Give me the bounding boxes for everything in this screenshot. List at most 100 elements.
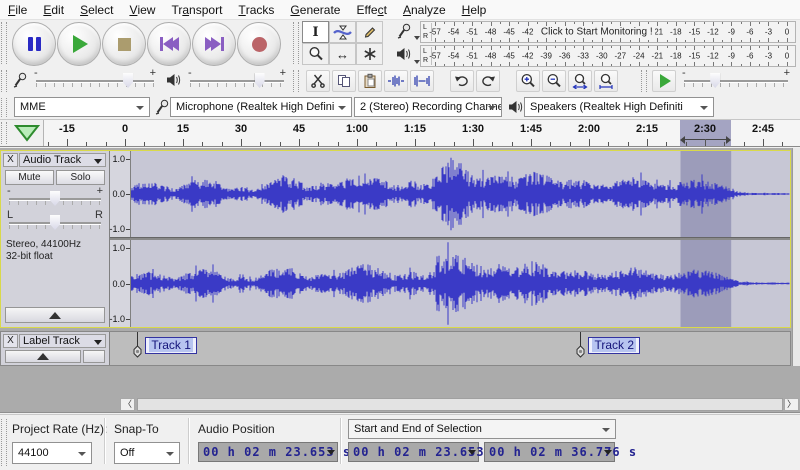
playback-speed-slider[interactable]: -+ [684,71,788,91]
selection-tool[interactable]: I [302,21,329,43]
menu-view[interactable]: View [121,0,163,19]
meter-scale-value: 0 [785,28,789,37]
toolbar-grip[interactable] [1,98,7,117]
pan-slider[interactable]: LR [9,213,101,233]
timeline-label: 0 [122,123,128,135]
toolbar-grip[interactable] [1,70,7,92]
vertical-scrollbar[interactable] [792,148,800,366]
meter-scale-value: -6 [746,28,753,37]
track-title-menu[interactable]: Audio Track [19,153,106,167]
time-shift-tool[interactable]: ↔ [329,43,356,65]
snap-to-select[interactable]: Off [114,442,180,464]
trim-outside-selection-button[interactable] [384,70,408,92]
toolbar-grip[interactable] [293,70,299,92]
playback-meter[interactable]: LR-57-54-51-48-45-42-39-36-33-30-27-24-2… [390,45,798,67]
collapse-track-button[interactable] [5,350,81,363]
zoom-tool[interactable] [302,43,329,65]
menu-select[interactable]: Select [72,0,121,19]
toolbar-grip[interactable] [1,22,7,64]
label-handle-icon[interactable] [575,343,586,364]
undo-button[interactable] [450,70,474,92]
selection-toolbar: Project Rate (Hz): 44100 Snap-To Off Aud… [0,414,800,470]
toolbar-grip[interactable] [641,70,647,92]
waveform-channel-left[interactable] [131,151,790,237]
gain-slider[interactable]: -+ [9,189,101,209]
record-button[interactable] [237,22,281,66]
meter-scale-value: -51 [466,52,478,61]
meter-channel-label: R [423,57,428,64]
audio-track: X Audio Track Mute Solo -+ LR Stereo, 44… [0,150,791,328]
project-rate-select[interactable]: 44100 [12,442,92,464]
zoom-out-button[interactable] [542,70,566,92]
scroll-left-button[interactable]: 〈 [120,398,135,411]
skip-to-start-button[interactable] [147,22,191,66]
playback-device-value: Speakers (Realtek High Definiti [530,101,683,113]
zoom-toggle-button[interactable] [594,70,618,92]
microphone-icon[interactable] [396,23,418,41]
toolbar-grip[interactable] [293,22,299,64]
recording-device-select[interactable]: Microphone (Realtek High Defini [170,97,352,117]
track-title-menu[interactable]: Label Track [19,334,106,348]
play-at-speed-button[interactable] [652,70,676,92]
mute-button[interactable]: Mute [5,170,54,185]
vertical-scale-ruler[interactable]: 1.00.0-1.0 [110,151,131,237]
menu-transport[interactable]: Transport [163,0,230,19]
cut-button[interactable] [306,70,330,92]
toolbar-grip[interactable] [1,419,7,466]
close-track-button[interactable]: X [3,334,18,348]
label-handle-icon[interactable] [132,343,143,364]
pause-button[interactable] [12,22,56,66]
edit-toolbar [292,68,638,94]
audio-position-field[interactable]: 00 h 02 m 23.653 s [198,442,338,462]
multi-tool[interactable] [356,43,383,65]
menu-file[interactable]: File [0,0,35,19]
zoom-to-selection-button[interactable] [568,70,592,92]
scroll-right-button[interactable]: 〉 [784,398,799,411]
slider-min-label: - [34,67,38,79]
scrollbar-thumb[interactable] [137,398,783,411]
meter-monitor-text[interactable]: Click to Start Monitoring ! [538,27,656,38]
label-track-content[interactable]: Track 1 Track 2 [110,332,790,365]
timeline-label: 15 [177,123,189,135]
draw-tool[interactable] [356,21,383,43]
envelope-tool[interactable] [329,21,356,43]
toolbar-grip[interactable] [1,122,7,144]
paste-button[interactable] [358,70,382,92]
playback-device-select[interactable]: Speakers (Realtek High Definiti [524,97,714,117]
selection-start-field[interactable]: 00 h 02 m 23.653 s [348,442,479,462]
close-track-button[interactable]: X [3,153,18,167]
playback-volume-slider[interactable]: -+ [190,71,284,91]
triangle-up-icon [37,353,49,360]
copy-button[interactable] [332,70,356,92]
solo-button[interactable]: Solo [56,170,105,185]
collapse-track-button[interactable] [5,307,105,323]
vertical-scale-ruler[interactable]: 1.00.0-1.0 [110,240,131,327]
menu-help[interactable]: Help [454,0,495,19]
menu-tracks[interactable]: Tracks [230,0,282,19]
recording-volume-slider[interactable]: -+ [36,71,154,91]
label-text[interactable]: Track 2 [588,337,640,354]
audacity-window: FileEditSelectViewTransportTracksGenerat… [0,0,800,470]
selection-end-field[interactable]: 00 h 02 m 36.776 s [484,442,615,462]
quick-play-triangle-icon[interactable] [14,124,40,142]
recording-channels-select[interactable]: 2 (Stereo) Recording Channels [354,97,502,117]
redo-button[interactable] [476,70,500,92]
menu-analyze[interactable]: Analyze [395,0,454,19]
silence-selection-button[interactable] [410,70,434,92]
timeline-ruler[interactable]: -1501530451:001:151:301:452:002:152:302:… [0,120,800,147]
play-button[interactable] [57,22,101,66]
meter-scale-value: -9 [728,52,735,61]
menu-generate[interactable]: Generate [282,0,348,19]
zoom-in-button[interactable] [516,70,540,92]
menu-effect[interactable]: Effect [348,0,394,19]
speaker-icon[interactable] [396,47,418,65]
selection-mode-select[interactable]: Start and End of Selection [348,419,616,439]
menu-edit[interactable]: Edit [35,0,72,19]
label-text[interactable]: Track 1 [145,337,197,354]
skip-to-end-button[interactable] [192,22,236,66]
stop-button[interactable] [102,22,146,66]
recording-meter[interactable]: LR-57-54-51-48-45-42-39-36-33-30-27-24-2… [390,21,798,43]
audio-host-select[interactable]: MME [14,97,150,117]
waveform-channel-right[interactable] [131,240,790,327]
track-resize-button[interactable] [83,350,105,363]
